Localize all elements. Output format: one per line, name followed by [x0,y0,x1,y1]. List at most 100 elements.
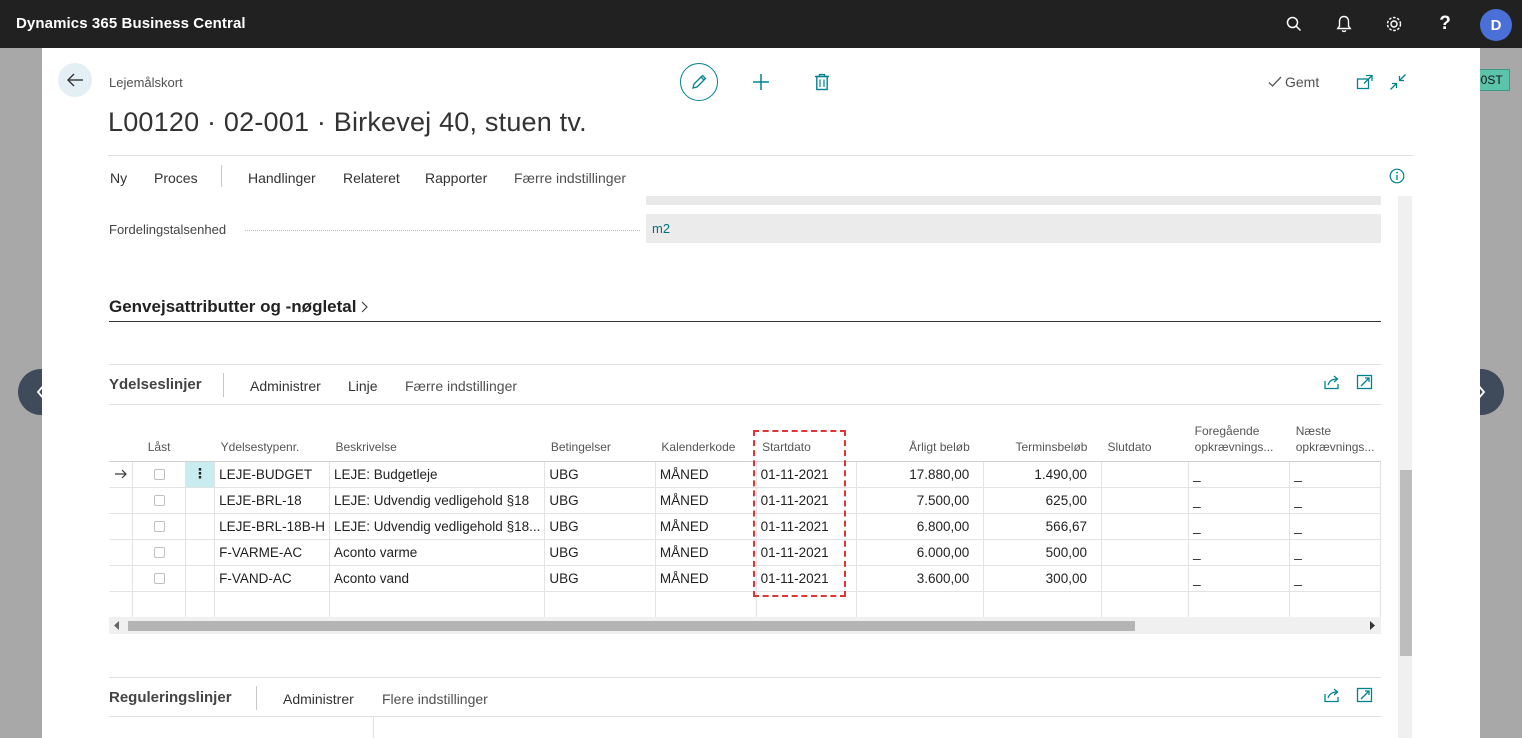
avatar[interactable]: D [1480,9,1512,41]
table-row[interactable]: ⋮ LEJE-BUDGET LEJE: Budgetleje UBG MÅNED… [109,461,1381,488]
cell-terms[interactable]: UBG [544,539,656,566]
cell-annual-amount[interactable]: 3.600,00 [856,565,985,592]
row-menu-cell[interactable] [185,539,216,566]
cell-type-no[interactable]: LEJE-BRL-18B-H [214,513,330,540]
collapse-button[interactable] [1386,70,1410,94]
table-row[interactable]: F-VARME-AC Aconto varme UBG MÅNED 01-11-… [109,539,1381,566]
col-next-billing[interactable]: Næste opkrævnings... [1289,405,1381,462]
vertical-scrollbar[interactable] [1398,196,1412,738]
delete-button[interactable] [810,70,834,94]
cell-end-date[interactable] [1101,513,1190,540]
cell-annual-amount[interactable]: 6.800,00 [856,513,985,540]
cell-term-amount[interactable]: 300,00 [983,565,1102,592]
cell-description[interactable]: Aconto varme [329,539,546,566]
table-row-empty[interactable] [109,591,1381,618]
action-process[interactable]: Proces [154,170,198,186]
locked-checkbox[interactable] [132,539,186,566]
row-menu-button[interactable]: ⋮ [185,461,216,488]
share-icon[interactable] [1323,374,1341,395]
new-button[interactable] [749,70,773,94]
cell-annual-amount[interactable]: 7.500,00 [856,487,985,514]
cell-next-billing[interactable]: _ [1289,565,1381,592]
cell-description[interactable]: LEJE: Udvendig vedligehold §18... [329,513,546,540]
cell-calendar[interactable]: MÅNED [655,461,757,488]
cell-next-billing[interactable]: _ [1289,513,1381,540]
lines-fewer-options[interactable]: Færre indstillinger [405,378,517,394]
col-end-date[interactable]: Slutdato [1101,405,1189,462]
col-annual-amount[interactable]: Årligt beløb [856,405,984,462]
cell-type-no[interactable]: F-VAND-AC [214,565,330,592]
col-description[interactable]: Beskrivelse [329,405,545,462]
action-new[interactable]: Ny [110,170,127,186]
cell-term-amount[interactable]: 500,00 [983,539,1102,566]
cell-calendar[interactable]: MÅNED [655,565,757,592]
cell-type-no[interactable]: F-VARME-AC [214,539,330,566]
cell-annual-amount[interactable]: 17.880,00 [856,461,985,488]
app-title[interactable]: Dynamics 365 Business Central [16,15,246,32]
col-prev-billing[interactable]: Foregående opkrævnings... [1188,405,1290,462]
cell-next-billing[interactable]: _ [1289,487,1381,514]
expand-icon[interactable] [1356,687,1374,708]
section-header[interactable]: Genvejsattributter og -nøgletal [109,297,369,317]
expand-icon[interactable] [1356,374,1374,395]
cell-description[interactable]: LEJE: Udvendig vedligehold §18 [329,487,546,514]
open-new-window-button[interactable] [1353,70,1377,94]
cell-calendar[interactable]: MÅNED [655,539,757,566]
gear-icon[interactable] [1382,12,1406,36]
cell-next-billing[interactable]: _ [1289,539,1381,566]
table-row[interactable]: F-VAND-AC Aconto vand UBG MÅNED 01-11-20… [109,565,1381,592]
locked-checkbox[interactable] [132,513,186,540]
col-terms[interactable]: Betingelser [544,405,656,462]
cell-terms[interactable]: UBG [544,513,656,540]
col-type-no[interactable]: Ydelsestypenr. [214,405,330,462]
action-reports[interactable]: Rapporter [425,170,487,186]
search-icon[interactable] [1282,12,1306,36]
row-menu-cell[interactable] [185,487,216,514]
cell-end-date[interactable] [1101,487,1190,514]
cell-term-amount[interactable]: 1.490,00 [983,461,1102,488]
bell-icon[interactable] [1332,12,1356,36]
col-calendar[interactable]: Kalenderkode [655,405,757,462]
info-icon[interactable] [1389,168,1405,189]
cell-calendar[interactable]: MÅNED [655,513,757,540]
cell-prev-billing[interactable]: _ [1188,539,1291,566]
cell-term-amount[interactable]: 625,00 [983,487,1102,514]
cell-description[interactable]: Aconto vand [329,565,546,592]
share-icon[interactable] [1323,687,1341,708]
cell-terms[interactable]: UBG [544,565,656,592]
locked-checkbox[interactable] [132,461,186,488]
col-locked[interactable]: Låst [132,405,186,462]
lines-part-title[interactable]: Ydelseslinjer [109,376,202,393]
action-actions[interactable]: Handlinger [248,170,316,186]
lines-line-button[interactable]: Linje [348,378,378,394]
cell-terms[interactable]: UBG [544,487,656,514]
table-row[interactable]: LEJE-BRL-18B-H LEJE: Udvendig vedligehol… [109,513,1381,540]
table-row[interactable]: LEJE-BRL-18 LEJE: Udvendig vedligehold §… [109,487,1381,514]
lines-manage-button[interactable]: Administrer [250,378,321,394]
edit-button[interactable] [680,63,718,101]
cell-end-date[interactable] [1101,539,1190,566]
row-menu-cell[interactable] [185,513,216,540]
cell-next-billing[interactable]: _ [1289,461,1381,488]
row-menu-cell[interactable] [185,565,216,592]
cell-prev-billing[interactable]: _ [1188,513,1291,540]
back-button[interactable] [58,63,92,97]
col-term-amount[interactable]: Terminsbeløb [983,405,1102,462]
field-value[interactable]: m2 [646,214,1381,243]
regulation-part-title[interactable]: Reguleringslinjer [109,689,232,706]
action-fewer-options[interactable]: Færre indstillinger [514,170,626,186]
cell-end-date[interactable] [1101,461,1190,488]
cell-description[interactable]: LEJE: Budgetleje [329,461,546,488]
horizontal-scrollbar-thumb[interactable] [128,621,1135,631]
locked-checkbox[interactable] [132,565,186,592]
cell-calendar[interactable]: MÅNED [655,487,757,514]
cell-term-amount[interactable]: 566,67 [983,513,1102,540]
action-related[interactable]: Relateret [343,170,400,186]
locked-checkbox[interactable] [132,487,186,514]
cell-prev-billing[interactable]: _ [1188,565,1291,592]
vertical-scrollbar-thumb[interactable] [1400,470,1412,656]
cell-end-date[interactable] [1101,565,1190,592]
cell-prev-billing[interactable]: _ [1188,487,1291,514]
cell-prev-billing[interactable]: _ [1188,461,1291,488]
help-icon[interactable]: ? [1433,12,1457,36]
